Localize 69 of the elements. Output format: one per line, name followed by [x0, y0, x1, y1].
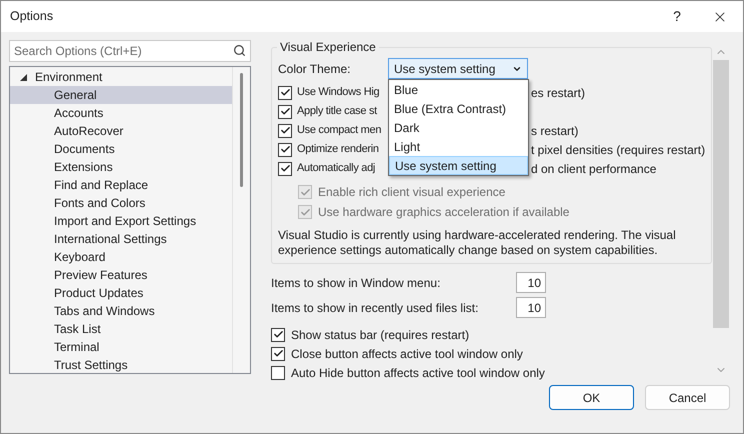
- tree-item[interactable]: Preview Features: [10, 266, 232, 284]
- search-icon: [233, 44, 246, 57]
- tree-item[interactable]: Terminal: [10, 338, 232, 356]
- check-icon: [280, 106, 290, 117]
- check-icon: [280, 163, 290, 174]
- dialog-button[interactable]: OK: [549, 385, 634, 410]
- scrollbar-thumb[interactable]: [713, 60, 729, 328]
- group-title: Visual Experience: [279, 39, 377, 56]
- tree-item[interactable]: AutoRecover: [10, 122, 232, 140]
- checkbox-label: Show status bar (requires restart): [291, 326, 470, 344]
- checkbox[interactable]: [278, 124, 292, 138]
- checkbox[interactable]: [271, 328, 285, 342]
- checkbox[interactable]: [271, 346, 285, 360]
- checkbox-label: Use hardware graphics acceleration if available: [318, 204, 570, 221]
- dropdown-option[interactable]: Blue (Extra Contrast): [389, 99, 528, 118]
- tree-item[interactable]: Fonts and Colors: [10, 194, 232, 212]
- checkbox[interactable]: [278, 104, 292, 118]
- tree-item[interactable]: Documents: [10, 140, 232, 158]
- info-text: Visual Studio is currently using hardware-accelerated rendering. The visual experience settings automatically change based on system capabilities.: [278, 228, 677, 258]
- checkbox-label: es restart): [531, 84, 586, 102]
- checkbox[interactable]: [271, 366, 285, 380]
- tree-item[interactable]: Environment: [10, 68, 232, 86]
- tree-item[interactable]: Tabs and Windows: [10, 302, 232, 320]
- field-label: Color Theme:: [278, 60, 352, 78]
- checkbox[interactable]: [278, 162, 292, 176]
- dropdown-option[interactable]: Dark: [389, 118, 528, 137]
- tree-item[interactable]: Trust Settings: [10, 356, 232, 373]
- tree-item[interactable]: Keyboard: [10, 248, 232, 266]
- scrollbar-thumb[interactable]: [240, 73, 243, 187]
- tree-item[interactable]: Task List: [10, 320, 232, 338]
- dropdown-option[interactable]: Use system setting: [389, 156, 528, 175]
- checkbox-label: Optimize renderin: [297, 142, 380, 158]
- check-icon: [280, 144, 290, 155]
- window-title: Options: [10, 8, 54, 26]
- check-icon: [280, 125, 290, 136]
- checkbox-label: Auto Hide button affects active tool window only: [291, 364, 545, 382]
- checkbox[interactable]: [278, 142, 292, 156]
- tree-item[interactable]: Import and Export Settings: [10, 212, 232, 230]
- field-label: Items to show in recently used files list:: [271, 300, 480, 316]
- checkbox-label: Automatically adj: [297, 161, 376, 176]
- tree-item[interactable]: Product Updates: [10, 284, 232, 302]
- tree-item[interactable]: General: [10, 86, 232, 104]
- check-icon: [280, 87, 290, 98]
- dropdown-option[interactable]: Light: [389, 137, 528, 156]
- checkbox-label: d on client performance: [531, 160, 656, 178]
- check-icon: [300, 186, 310, 198]
- help-button[interactable]: ?: [657, 1, 697, 32]
- number-field[interactable]: 10: [516, 272, 546, 293]
- check-icon: [272, 329, 284, 340]
- search-field[interactable]: Search Options (Ctrl+E): [9, 40, 251, 62]
- color-theme-dropdown[interactable]: Use system setting: [388, 58, 528, 79]
- tree-item[interactable]: International Settings: [10, 230, 232, 248]
- tree-item[interactable]: Find and Replace: [10, 176, 232, 194]
- checkbox-label: s restart): [531, 122, 578, 140]
- tree-item[interactable]: Accounts: [10, 104, 232, 122]
- dropdown-option[interactable]: Blue: [389, 80, 528, 99]
- checkbox-label: Enable rich client visual experience: [318, 184, 506, 201]
- checkbox-label: Close button affects active tool window only: [291, 346, 523, 362]
- check-icon: [272, 348, 284, 359]
- checkbox-label: Apply title case st: [297, 104, 378, 120]
- checkbox[interactable]: [278, 86, 292, 100]
- checkbox-label: t pixel densities (requires restart): [531, 142, 706, 158]
- number-field[interactable]: 10: [516, 297, 546, 318]
- dialog-button[interactable]: Cancel: [645, 385, 730, 410]
- tree-item[interactable]: Extensions: [10, 158, 232, 176]
- checkbox-label: Use compact men: [297, 123, 382, 138]
- field-label: Items to show in Window menu:: [271, 274, 442, 292]
- checkbox-label: Use Windows Hig: [297, 85, 380, 100]
- check-icon: [300, 206, 310, 218]
